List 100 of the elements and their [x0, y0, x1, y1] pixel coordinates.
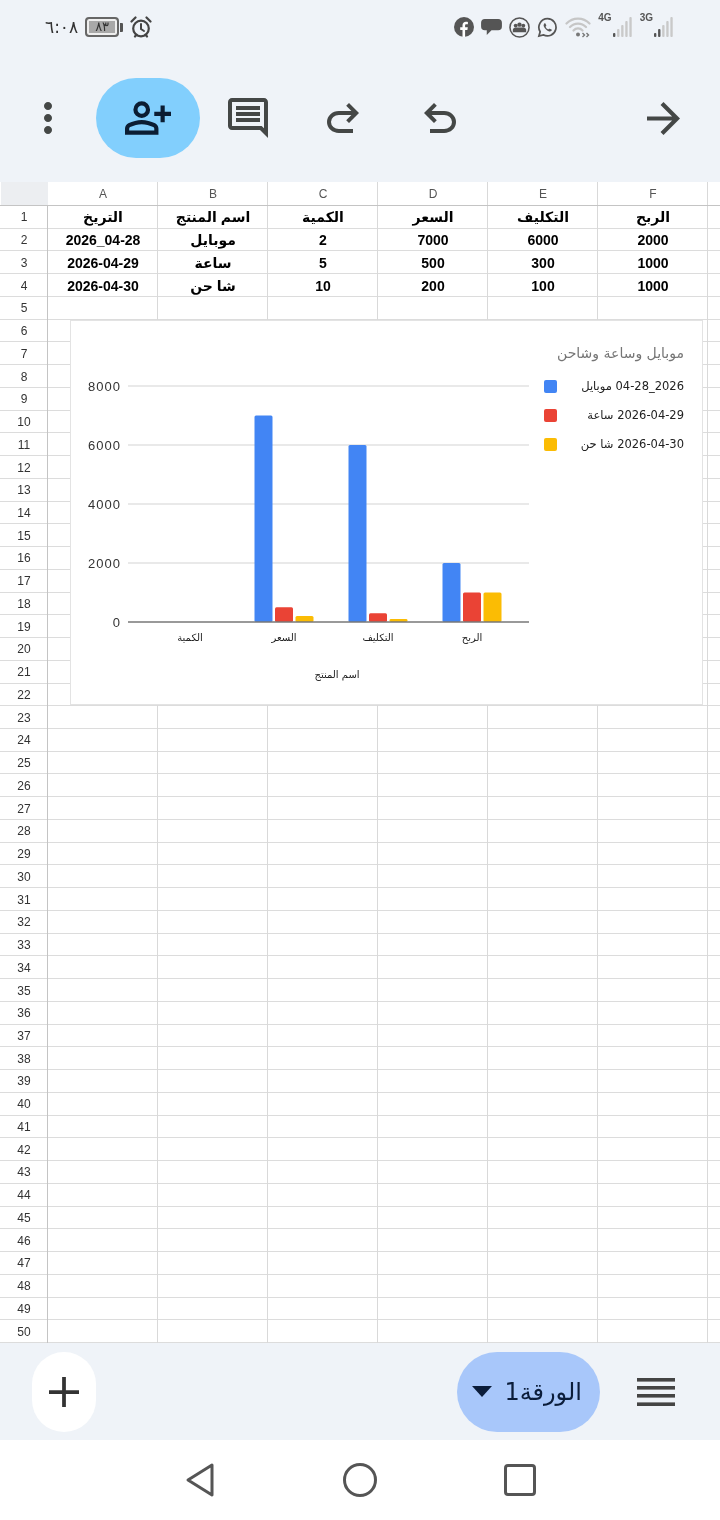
row-number: 38: [17, 1051, 31, 1066]
more-vert-icon: [44, 102, 52, 134]
signal-icon: [654, 16, 674, 38]
sheet-tab[interactable]: الورقة1: [457, 1351, 600, 1432]
table-cell: موبايل: [190, 232, 236, 249]
status-time: ٦:٠٨: [45, 17, 79, 37]
plus-icon: [49, 1376, 79, 1407]
y-axis-label: 0: [112, 614, 121, 630]
row-number: 8: [20, 369, 28, 384]
row-number: 21: [17, 665, 31, 680]
legend-label: 2026_04-28 موبايل: [581, 379, 684, 393]
x-axis-label: الربح: [461, 632, 483, 643]
row-number: 20: [17, 642, 31, 657]
table-cell: اسم المنتج: [175, 209, 251, 226]
table-cell: 10: [315, 277, 331, 294]
table-cell: 6000: [527, 232, 559, 249]
column-header: A: [99, 187, 107, 201]
caret-icon: [472, 1386, 493, 1397]
table-cell: 2000: [637, 232, 669, 249]
table-cell: 200: [421, 277, 445, 294]
table-cell: 300: [531, 254, 555, 271]
table-cell: الكمية: [302, 209, 344, 226]
row-number: 28: [17, 824, 31, 839]
battery-indicator: ٨٣: [85, 17, 124, 37]
column-header: B: [209, 187, 217, 201]
row-number: 18: [17, 596, 31, 611]
y-axis-label: 6000: [88, 437, 121, 453]
table-cell: 7000: [417, 232, 449, 249]
legend-label: 2026-04-29 ساعة: [587, 408, 684, 422]
row-number: 43: [17, 1165, 31, 1180]
row-number: 6: [20, 324, 28, 339]
row-number: 26: [17, 778, 31, 793]
column-header: E: [539, 187, 547, 201]
row-number: 24: [17, 733, 31, 748]
table-cell: 500: [421, 254, 445, 271]
row-number: 2: [20, 233, 28, 248]
row-number: 32: [17, 915, 31, 930]
arrow-right-icon: [646, 101, 680, 135]
row-number: 37: [17, 1029, 31, 1043]
table-cell: 2026_04-28: [65, 232, 141, 249]
table-cell: ساعة: [194, 254, 232, 271]
wifi-icon: [565, 16, 592, 38]
x-axis-label: التكليف: [362, 632, 394, 643]
home-icon: [343, 1463, 377, 1497]
menu-icon: [637, 1377, 675, 1406]
x-axis-label: السعر: [271, 632, 297, 643]
row-number: 40: [17, 1097, 31, 1112]
chart-title: موبايل وساعة وشاحن: [556, 344, 684, 363]
column-header: C: [318, 187, 328, 201]
row-number: 41: [17, 1119, 31, 1134]
table-cell: شا حن: [190, 277, 236, 294]
row-number: 17: [17, 574, 31, 589]
table-cell: 5: [319, 254, 327, 271]
person-add-icon: [125, 101, 171, 135]
row-number: 25: [17, 756, 31, 771]
row-number: 12: [17, 460, 31, 475]
row-number: 35: [17, 983, 31, 998]
undo-icon: [424, 103, 456, 133]
row-number: 27: [17, 801, 31, 816]
table-cell: الربح: [635, 209, 671, 226]
chat-bubble-icon: [481, 18, 503, 36]
row-number: 19: [17, 619, 31, 634]
row-number: 29: [17, 847, 31, 862]
recents-icon: [504, 1464, 536, 1496]
row-number: 44: [17, 1188, 31, 1203]
row-number: 42: [17, 1142, 31, 1157]
row-number: 3: [20, 255, 28, 270]
row-number: 22: [17, 687, 31, 702]
row-number: 47: [17, 1256, 31, 1271]
y-axis-label: 4000: [88, 496, 121, 512]
y-axis-label: 8000: [88, 378, 121, 394]
row-number: 7: [20, 346, 28, 361]
comment-icon: [228, 98, 268, 138]
row-number: 46: [17, 1233, 31, 1248]
x-axis-title: اسم المنتج: [314, 669, 360, 680]
back-icon: [185, 1462, 215, 1498]
table-cell: 100: [531, 277, 555, 294]
row-number: 10: [17, 415, 31, 429]
row-number: 45: [17, 1210, 31, 1225]
table-cell: التكليف: [517, 209, 569, 226]
table-cell: 2026-04-29: [67, 254, 139, 271]
row-number: 16: [17, 551, 31, 566]
x-axis-label: الكمية: [177, 632, 203, 643]
row-number: 4: [20, 278, 28, 293]
row-number: 14: [17, 506, 31, 520]
row-number: 31: [17, 892, 31, 907]
row-number: 48: [17, 1279, 31, 1294]
table-cell: التريخ: [83, 209, 123, 226]
row-number: 1: [20, 210, 28, 225]
table-cell: 1000: [637, 277, 669, 294]
column-header: F: [649, 187, 657, 201]
network-type-label: 3G: [639, 12, 653, 23]
whatsapp-icon: [537, 16, 559, 38]
row-number: 33: [17, 938, 31, 953]
row-number: 9: [20, 392, 28, 407]
network-type-label: 4G: [598, 12, 612, 23]
alarm-clock-icon: [130, 16, 153, 38]
redo-icon: [327, 103, 359, 133]
row-number: 30: [17, 869, 31, 884]
row-number: 23: [17, 710, 31, 725]
